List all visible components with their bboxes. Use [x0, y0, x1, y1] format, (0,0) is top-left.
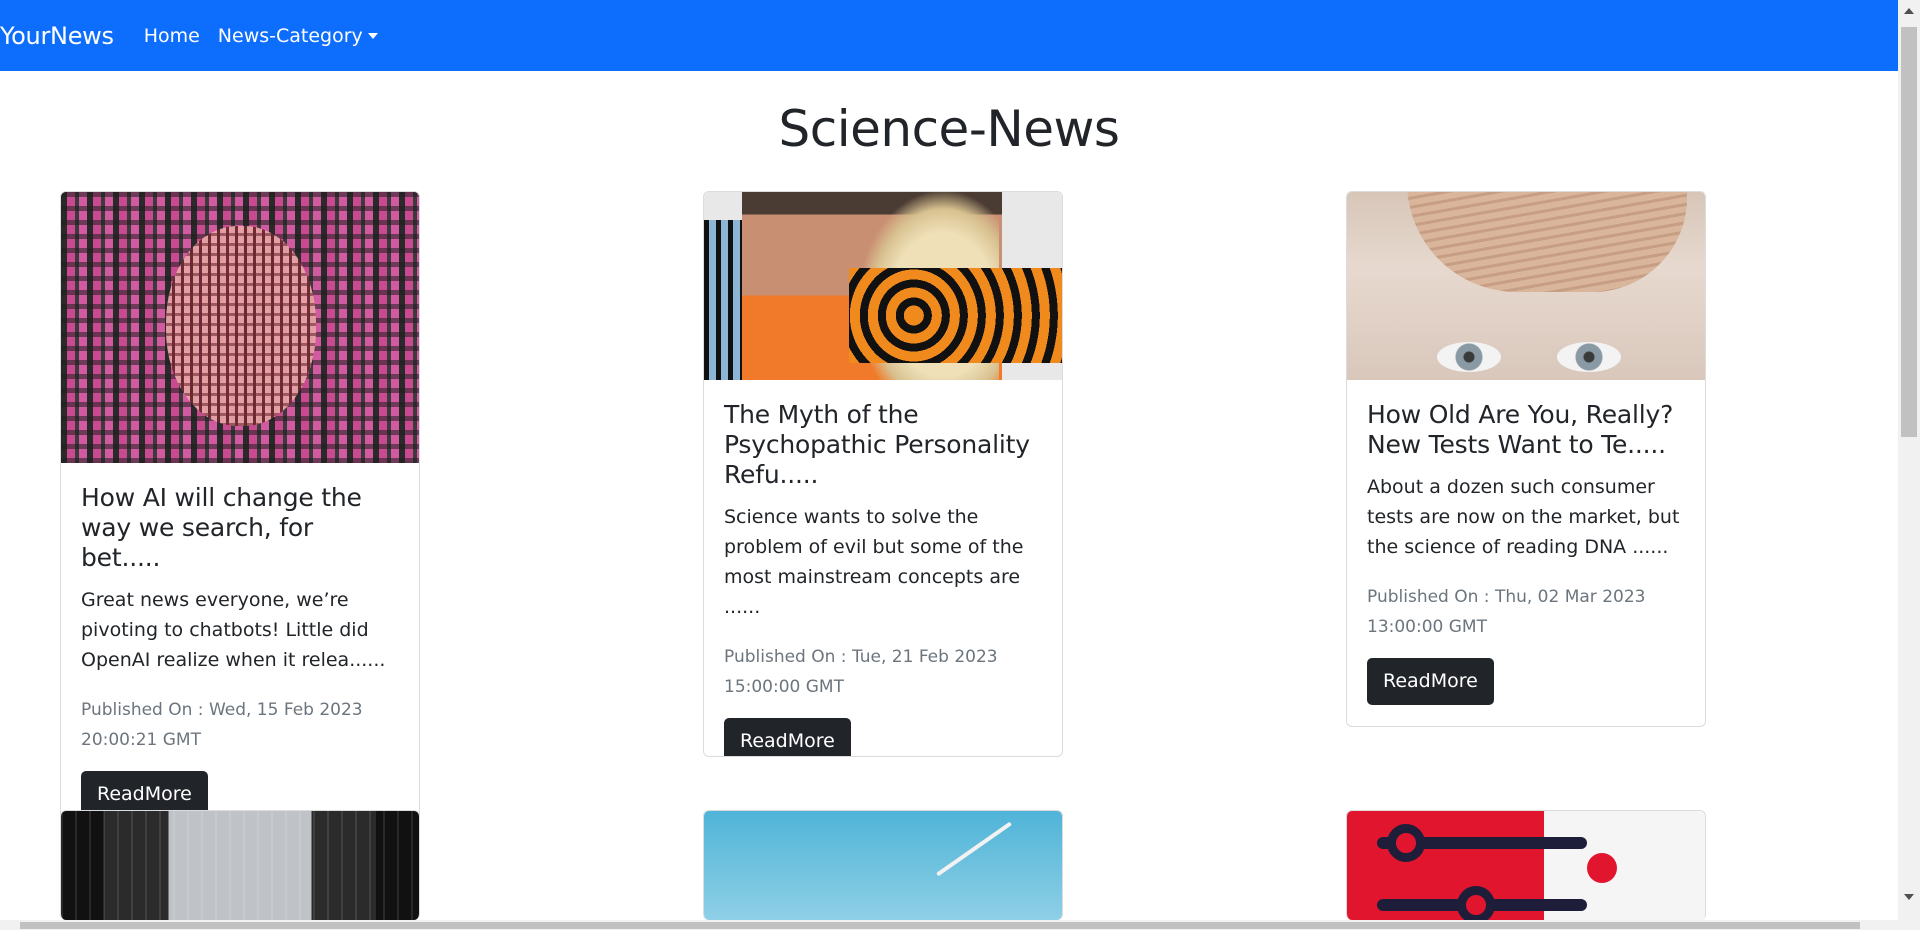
- scrollbar-thumb-horizontal[interactable]: [20, 922, 1860, 929]
- chevron-down-icon: [367, 32, 378, 39]
- card-title: How Old Are You, Really? New Tests Want …: [1367, 400, 1674, 459]
- maze-brain-image[interactable]: [61, 192, 419, 463]
- read-more-button[interactable]: ReadMore: [1367, 658, 1494, 705]
- scrollbar-thumb[interactable]: [1901, 27, 1917, 437]
- sliders-phone-image[interactable]: [1347, 811, 1705, 920]
- news-card: [1346, 810, 1706, 920]
- news-card: How Old Are You, Really? New Tests Want …: [1346, 191, 1706, 727]
- news-card: How AI will change the way we search, fo…: [60, 191, 420, 831]
- scroll-down-icon[interactable]: [1904, 894, 1914, 900]
- nav-news-category-label: News-Category: [217, 24, 363, 47]
- card-description: Science wants to solve the problem of ev…: [724, 506, 1024, 618]
- news-card: [60, 810, 420, 920]
- read-more-button[interactable]: ReadMore: [724, 718, 851, 756]
- heart-icon: [1587, 853, 1617, 883]
- vertical-scrollbar[interactable]: [1898, 0, 1920, 930]
- page-title: Science-News: [778, 100, 1120, 158]
- top-navbar: YourNews Home News-Category: [0, 0, 1898, 71]
- news-card: [703, 810, 1063, 920]
- card-published-date: Published On : Wed, 15 Feb 2023 20:00:21…: [81, 700, 363, 750]
- server-room-image[interactable]: [61, 811, 419, 920]
- nav-home[interactable]: Home: [144, 25, 200, 47]
- horizontal-scrollbar[interactable]: [0, 920, 1898, 930]
- news-card: The Myth of the Psychopathic Personality…: [703, 191, 1063, 757]
- brand-logo[interactable]: YourNews: [0, 22, 114, 50]
- bird-sky-image[interactable]: [704, 811, 1062, 920]
- psychopath-collage-image[interactable]: [704, 192, 1062, 380]
- card-title: How AI will change the way we search, fo…: [81, 483, 362, 572]
- card-published-date: Published On : Thu, 02 Mar 2023 13:00:00…: [1367, 587, 1646, 637]
- scroll-up-icon[interactable]: [1904, 8, 1914, 14]
- card-description: About a dozen such consumer tests are no…: [1367, 476, 1680, 558]
- nav-news-category[interactable]: News-Category: [218, 25, 378, 47]
- card-title: The Myth of the Psychopathic Personality…: [724, 400, 1030, 489]
- card-published-date: Published On : Tue, 21 Feb 2023 15:00:00…: [724, 647, 998, 697]
- card-description: Great news everyone, we’re pivoting to c…: [81, 589, 386, 671]
- child-forehead-image[interactable]: [1347, 192, 1705, 380]
